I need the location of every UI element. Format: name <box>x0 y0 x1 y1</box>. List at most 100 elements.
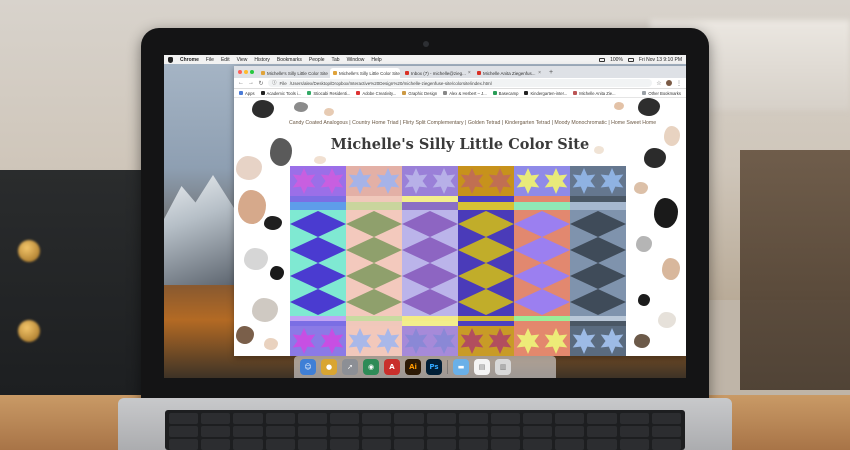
palette-pattern-grid <box>290 166 626 356</box>
menu-kebab-icon[interactable]: ⋮ <box>676 80 682 87</box>
decor-blob <box>294 102 308 112</box>
new-tab-button[interactable]: + <box>549 69 553 76</box>
forward-icon[interactable]: → <box>248 80 254 86</box>
acrobat-icon[interactable]: A <box>384 359 400 375</box>
bookmark-label: Michelle Anita Zie... <box>579 90 616 96</box>
bookmark-label: Academic Tools i... <box>266 90 302 96</box>
folder-icon[interactable]: ▬ <box>453 359 469 375</box>
browser-tab[interactable]: Michelle Anita Ziegenfus... × <box>474 68 544 78</box>
menu-app-name[interactable]: Chrome <box>180 57 199 63</box>
nav-link-country[interactable]: Country Home Triad <box>352 120 398 126</box>
browser-toolbar: ← → ↻ ⓘ File /Users/alex/Desktop/Dropbox… <box>234 78 686 89</box>
keyboard-key <box>490 413 521 424</box>
menu-file[interactable]: File <box>206 57 214 63</box>
finder-icon[interactable]: ☺ <box>300 359 316 375</box>
zoom-window-icon[interactable] <box>250 70 254 74</box>
keyboard-key <box>233 413 263 424</box>
keyboard-key <box>169 426 199 437</box>
menu-edit[interactable]: Edit <box>221 57 230 63</box>
bookmark-label: Apps <box>245 90 255 96</box>
menu-people[interactable]: People <box>309 57 325 63</box>
decor-blob <box>636 236 652 252</box>
address-bar[interactable]: ⓘ File /Users/alex/Desktop/Dropbox/Inter… <box>268 79 652 87</box>
bookmark-item[interactable]: Academic Tools i... <box>260 90 302 96</box>
bookmark-label: Alex & Herbert – J... <box>449 90 487 96</box>
keyboard-key <box>394 426 424 437</box>
bookmark-item[interactable]: Alex & Herbert – J... <box>443 90 487 96</box>
nav-link-kindergarten[interactable]: Kindergarten Tetrad <box>505 120 550 126</box>
reload-icon[interactable]: ↻ <box>258 80 264 87</box>
browser-tab-active[interactable]: Michelle's Silly Little Color Site × <box>330 68 400 78</box>
keyboard-key <box>619 413 649 424</box>
keyboard-key <box>297 439 327 450</box>
minimize-window-icon[interactable] <box>244 70 248 74</box>
right-cabinet <box>740 150 850 390</box>
battery-percent[interactable]: 100% <box>610 57 623 63</box>
tab-close-icon[interactable]: × <box>468 70 471 76</box>
battery-icon[interactable] <box>627 57 634 62</box>
spotify-icon[interactable]: ◉ <box>363 359 379 375</box>
palette-swatch <box>402 166 458 356</box>
browser-tab[interactable]: Michelle's Silly Little Color Site × <box>258 68 328 78</box>
bookmark-apps[interactable]: Apps <box>239 91 255 96</box>
menu-help[interactable]: Help <box>371 57 381 63</box>
menu-window[interactable]: Window <box>347 57 365 63</box>
star-icon[interactable]: ☆ <box>656 80 662 87</box>
menu-view[interactable]: View <box>237 57 248 63</box>
nav-link-candy[interactable]: Candy Coated Analogous <box>289 120 348 126</box>
avatar[interactable] <box>666 80 672 86</box>
tab-title: Inbox (7) - michelle@zieg... <box>411 70 466 76</box>
palette-swatch <box>458 166 514 356</box>
info-icon[interactable]: ⓘ <box>272 80 277 86</box>
nav-link-golden[interactable]: Golden Tetrad <box>468 120 501 126</box>
keyboard-key <box>458 413 488 424</box>
nav-link-home[interactable]: Home Sweet Home <box>611 120 656 126</box>
other-bookmarks[interactable]: Other Bookmarks <box>642 91 681 96</box>
bookmark-item[interactable]: Michelle Anita Zie... <box>573 90 616 96</box>
keyboard-key <box>555 439 585 450</box>
status-area: 100% Fri Nov 13 9:10 PM <box>599 57 682 63</box>
keyboard-key <box>555 413 585 424</box>
decor-blob <box>252 100 274 118</box>
nav-link-moody[interactable]: Moody Monochromatic <box>554 120 606 126</box>
bookmark-item[interactable]: Stiocabi Residenti... <box>307 91 350 96</box>
tab-favicon-icon <box>333 71 337 75</box>
palette-column <box>402 166 458 356</box>
wifi-icon[interactable] <box>599 57 606 62</box>
nav-link-flirty[interactable]: Flirty Split Complementary <box>403 120 464 126</box>
keyboard-key <box>201 439 231 450</box>
close-window-icon[interactable] <box>238 70 242 74</box>
chrome-icon[interactable]: ● <box>321 359 337 375</box>
nav-separator: | <box>465 120 467 126</box>
browser-tab[interactable]: Inbox (7) - michelle@zieg... × <box>402 68 472 78</box>
back-icon[interactable]: ← <box>238 80 244 86</box>
menu-history[interactable]: History <box>254 57 270 63</box>
photoshop-icon[interactable]: Ps <box>426 359 442 375</box>
menu-bookmarks[interactable]: Bookmarks <box>277 57 302 63</box>
bookmarks-bar: Apps Academic Tools i... Stiocabi Reside… <box>234 89 686 98</box>
tab-close-icon[interactable]: × <box>538 70 541 76</box>
bookmark-item[interactable]: Graphic Design <box>402 91 437 96</box>
cabinet-knob <box>18 320 40 342</box>
keyboard-key <box>394 413 424 424</box>
keyboard-key <box>426 413 456 424</box>
clock[interactable]: Fri Nov 13 9:10 PM <box>639 57 682 63</box>
keyboard-key <box>233 426 263 437</box>
keyboard-key <box>297 413 327 424</box>
bookmark-item[interactable]: Adobe Creativity... <box>356 91 396 96</box>
apps-grid-icon <box>239 91 243 95</box>
apple-icon[interactable] <box>168 56 173 63</box>
dock-separator <box>447 360 448 374</box>
illustrator-icon[interactable]: Ai <box>405 359 421 375</box>
launchpad-icon[interactable]: ➚ <box>342 359 358 375</box>
bookmark-item[interactable]: Kindergarten-inter... <box>524 91 567 96</box>
trash-icon[interactable]: ▥ <box>495 359 511 375</box>
document-icon[interactable]: ▤ <box>474 359 490 375</box>
keyboard-key <box>201 426 231 437</box>
bookmark-item[interactable]: Basecamp <box>492 91 518 96</box>
keyboard-key <box>555 426 585 437</box>
keyboard-key <box>265 413 295 424</box>
menu-tab[interactable]: Tab <box>332 57 340 63</box>
decor-blob <box>634 182 648 194</box>
folder-icon <box>642 91 647 95</box>
